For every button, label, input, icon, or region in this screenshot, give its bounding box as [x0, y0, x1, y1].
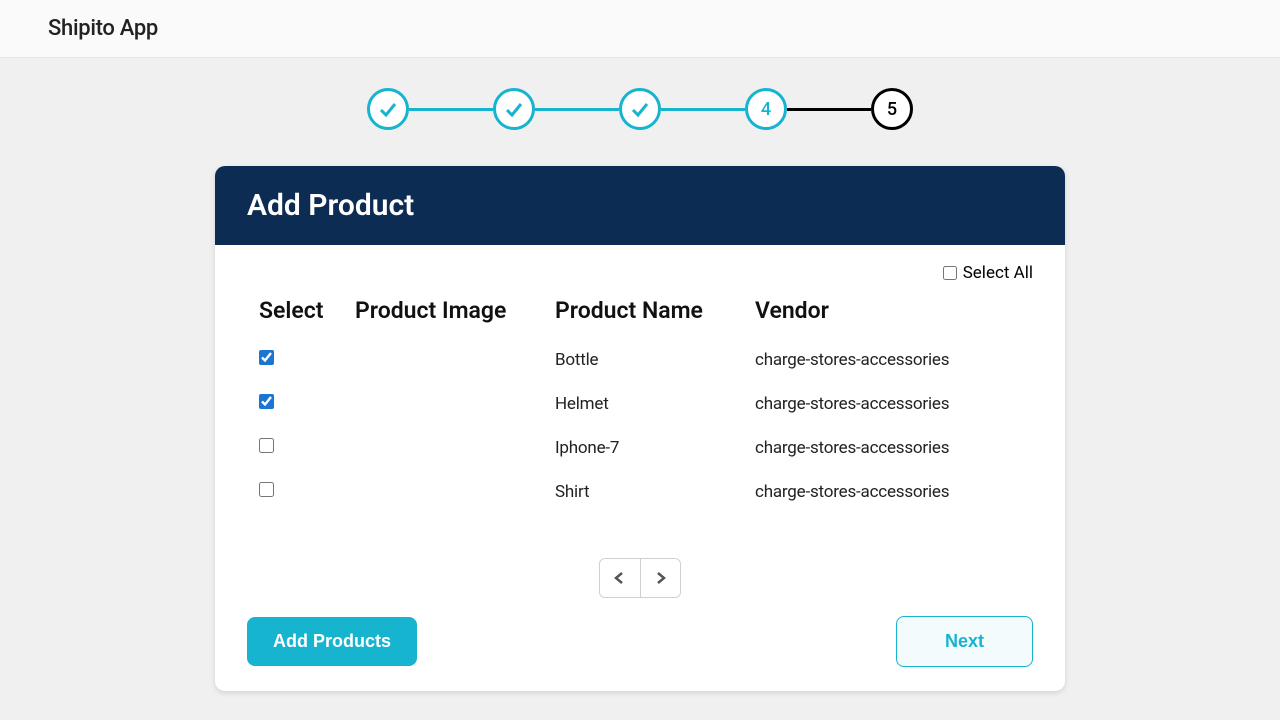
card-header: Add Product	[215, 166, 1065, 245]
row-checkbox[interactable]	[259, 350, 274, 365]
products-table: Select Product Image Product Name Vendor…	[247, 287, 1033, 514]
row-name: Bottle	[547, 338, 747, 382]
row-vendor: charge-stores-accessories	[747, 382, 1033, 426]
chevron-right-icon	[654, 571, 668, 585]
pager	[247, 558, 1033, 598]
select-all-checkbox[interactable]	[943, 266, 957, 280]
check-icon	[503, 98, 525, 120]
add-products-button[interactable]: Add Products	[247, 617, 417, 666]
step-connector	[409, 108, 493, 111]
col-name: Product Name	[547, 287, 747, 338]
row-name: Shirt	[547, 470, 747, 514]
step-connector	[661, 108, 745, 111]
card-footer: Add Products Next	[247, 616, 1033, 667]
row-checkbox[interactable]	[259, 438, 274, 453]
table-row: Shirt charge-stores-accessories	[247, 470, 1033, 514]
table-row: Bottle charge-stores-accessories	[247, 338, 1033, 382]
table-row: Iphone-7 charge-stores-accessories	[247, 426, 1033, 470]
col-image: Product Image	[347, 287, 547, 338]
page-next-button[interactable]	[640, 559, 680, 597]
chevron-left-icon	[613, 571, 627, 585]
row-name: Helmet	[547, 382, 747, 426]
select-all-row: Select All	[247, 263, 1033, 283]
step-1	[367, 88, 409, 130]
pager-box	[599, 558, 681, 598]
col-vendor: Vendor	[747, 287, 1033, 338]
row-image	[347, 470, 547, 514]
app-title: Shipito App	[48, 16, 1232, 41]
step-connector	[787, 108, 871, 111]
row-vendor: charge-stores-accessories	[747, 338, 1033, 382]
step-2	[493, 88, 535, 130]
row-image	[347, 338, 547, 382]
row-vendor: charge-stores-accessories	[747, 426, 1033, 470]
row-image	[347, 426, 547, 470]
table-row: Helmet charge-stores-accessories	[247, 382, 1033, 426]
step-4: 4	[745, 88, 787, 130]
row-image	[347, 382, 547, 426]
next-button[interactable]: Next	[896, 616, 1033, 667]
row-checkbox[interactable]	[259, 482, 274, 497]
content: 4 5 Add Product Select All Select Produc…	[0, 58, 1280, 691]
row-checkbox[interactable]	[259, 394, 274, 409]
check-icon	[377, 98, 399, 120]
check-icon	[629, 98, 651, 120]
row-name: Iphone-7	[547, 426, 747, 470]
card-title: Add Product	[247, 188, 1033, 223]
row-vendor: charge-stores-accessories	[747, 470, 1033, 514]
step-3	[619, 88, 661, 130]
card-body: Select All Select Product Image Product …	[215, 245, 1065, 691]
col-select: Select	[247, 287, 347, 338]
select-all-label: Select All	[963, 263, 1033, 283]
step-5: 5	[871, 88, 913, 130]
page-prev-button[interactable]	[600, 559, 640, 597]
topbar: Shipito App	[0, 0, 1280, 58]
product-card: Add Product Select All Select Product Im…	[215, 166, 1065, 691]
stepper: 4 5	[367, 88, 913, 130]
step-connector	[535, 108, 619, 111]
